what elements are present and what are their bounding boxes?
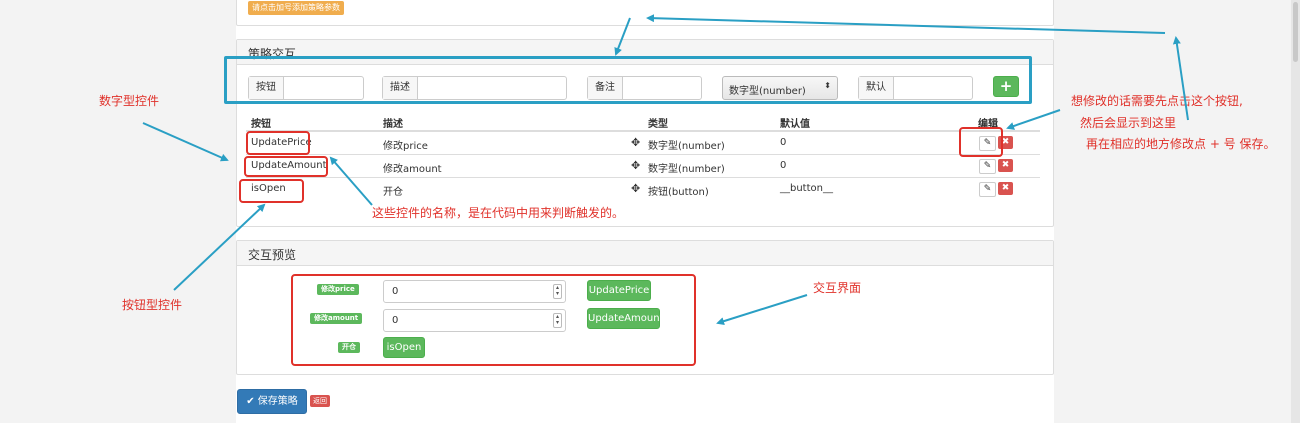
arrow-interface — [716, 294, 808, 326]
arrow-control-names — [329, 156, 373, 206]
arrow-to-top — [646, 14, 1166, 34]
arrow-to-top-right — [1172, 36, 1189, 121]
annotation-arrows — [142, 14, 1189, 326]
arrow-to-edit-button — [1006, 109, 1061, 130]
arrow-numeric-control — [142, 122, 229, 162]
arrow-button-control — [173, 203, 266, 291]
strategy-editor-page: 请点击加号添加策略参数 策略交互 按钮 描述 备注 数字型(number) ⬍ … — [0, 0, 1300, 423]
arrow-to-add-form — [614, 17, 631, 56]
